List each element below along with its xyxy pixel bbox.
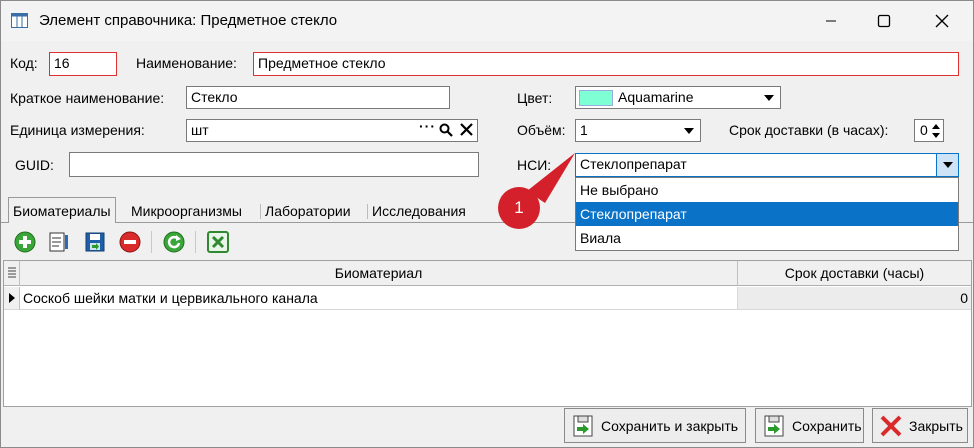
- close-button[interactable]: Закрыть: [872, 408, 968, 443]
- delivery-label: Срок доставки (в часах):: [729, 122, 889, 138]
- name-label: Наименование:: [136, 55, 237, 71]
- guid-label: GUID:: [15, 157, 54, 173]
- color-label: Цвет:: [517, 90, 553, 106]
- toolbar-separator: [195, 231, 196, 253]
- nsi-dropdown-list: Не выбрано Стеклопрепарат Виала: [575, 177, 959, 251]
- volume-label: Объём:: [517, 122, 566, 138]
- color-swatch: [579, 90, 613, 107]
- maximize-icon: [877, 14, 891, 28]
- maximize-button[interactable]: [861, 1, 907, 41]
- window-title: Элемент справочника: Предметное стекло: [39, 12, 338, 29]
- more-icon[interactable]: ···: [419, 118, 436, 134]
- save-close-icon: [571, 414, 595, 438]
- delivery-spinner[interactable]: 0: [914, 119, 944, 142]
- chevron-down-icon[interactable]: [936, 154, 958, 176]
- spinner-arrows-icon[interactable]: [931, 122, 941, 140]
- unit-value: шт: [191, 122, 209, 138]
- chevron-down-icon[interactable]: [678, 120, 700, 141]
- close-window-button[interactable]: [919, 1, 965, 41]
- save-icon: [762, 414, 786, 438]
- guid-field[interactable]: [69, 152, 479, 177]
- nsi-option[interactable]: Виала: [576, 226, 958, 250]
- reference-item-window: Элемент справочника: Предметное стекло К…: [0, 0, 974, 448]
- short-name-field[interactable]: Стекло: [186, 86, 450, 109]
- toolbar-separator: [151, 231, 152, 253]
- add-icon[interactable]: [14, 231, 36, 253]
- code-label: Код:: [10, 55, 38, 71]
- save-and-close-button[interactable]: Сохранить и закрыть: [564, 408, 746, 443]
- clear-icon[interactable]: [460, 123, 473, 136]
- save-label: Сохранить: [792, 417, 862, 434]
- save-icon[interactable]: [84, 231, 106, 253]
- biomaterials-grid: Биоматериал Срок доставки (часы) Соскоб …: [3, 260, 972, 407]
- name-field[interactable]: Предметное стекло: [253, 52, 959, 76]
- table-icon: [11, 13, 28, 28]
- grid-settings-icon[interactable]: [4, 261, 20, 286]
- nsi-option[interactable]: Не выбрано: [576, 178, 958, 202]
- close-label: Закрыть: [909, 417, 963, 434]
- chevron-down-icon[interactable]: [758, 87, 780, 108]
- delivery-value: 0: [920, 122, 928, 138]
- volume-value: 1: [580, 122, 588, 138]
- minimize-icon: [826, 20, 836, 22]
- minimize-button[interactable]: [808, 1, 854, 41]
- volume-combo[interactable]: 1: [575, 119, 701, 142]
- table-cell-biomaterial[interactable]: Соскоб шейки матки и цервикального канал…: [20, 287, 738, 310]
- nsi-value: Стеклопрепарат: [580, 156, 687, 172]
- unit-label: Единица измерения:: [10, 122, 145, 138]
- save-and-close-label: Сохранить и закрыть: [601, 417, 739, 434]
- color-value: Aquamarine: [618, 89, 694, 105]
- edit-icon[interactable]: [48, 231, 70, 253]
- save-button[interactable]: Сохранить: [755, 408, 864, 443]
- close-icon: [879, 414, 903, 438]
- nsi-combo[interactable]: Стеклопрепарат: [575, 153, 959, 177]
- color-combo[interactable]: Aquamarine: [575, 86, 781, 109]
- tab-research[interactable]: Исследования: [368, 201, 470, 223]
- column-header-delivery[interactable]: Срок доставки (часы): [738, 261, 971, 286]
- tab-biomaterials[interactable]: Биоматериалы: [8, 197, 116, 223]
- tab-laboratories[interactable]: Лаборатории: [261, 201, 355, 223]
- delete-icon[interactable]: [119, 231, 141, 253]
- short-name-label: Краткое наименование:: [10, 90, 165, 106]
- column-header-biomaterial[interactable]: Биоматериал: [20, 261, 738, 286]
- title-bar: Элемент справочника: Предметное стекло: [1, 1, 973, 41]
- tab-microorganisms[interactable]: Микроорганизмы: [127, 201, 246, 223]
- close-icon: [935, 14, 949, 28]
- nsi-option-selected[interactable]: Стеклопрепарат: [576, 202, 958, 226]
- search-icon[interactable]: [439, 123, 453, 137]
- callout-badge: 1: [498, 187, 540, 229]
- code-field[interactable]: 16: [49, 52, 117, 76]
- refresh-icon[interactable]: [163, 231, 185, 253]
- row-indicator-icon: [4, 287, 20, 310]
- excel-icon[interactable]: [207, 231, 229, 253]
- table-cell-delivery[interactable]: 0: [738, 287, 971, 310]
